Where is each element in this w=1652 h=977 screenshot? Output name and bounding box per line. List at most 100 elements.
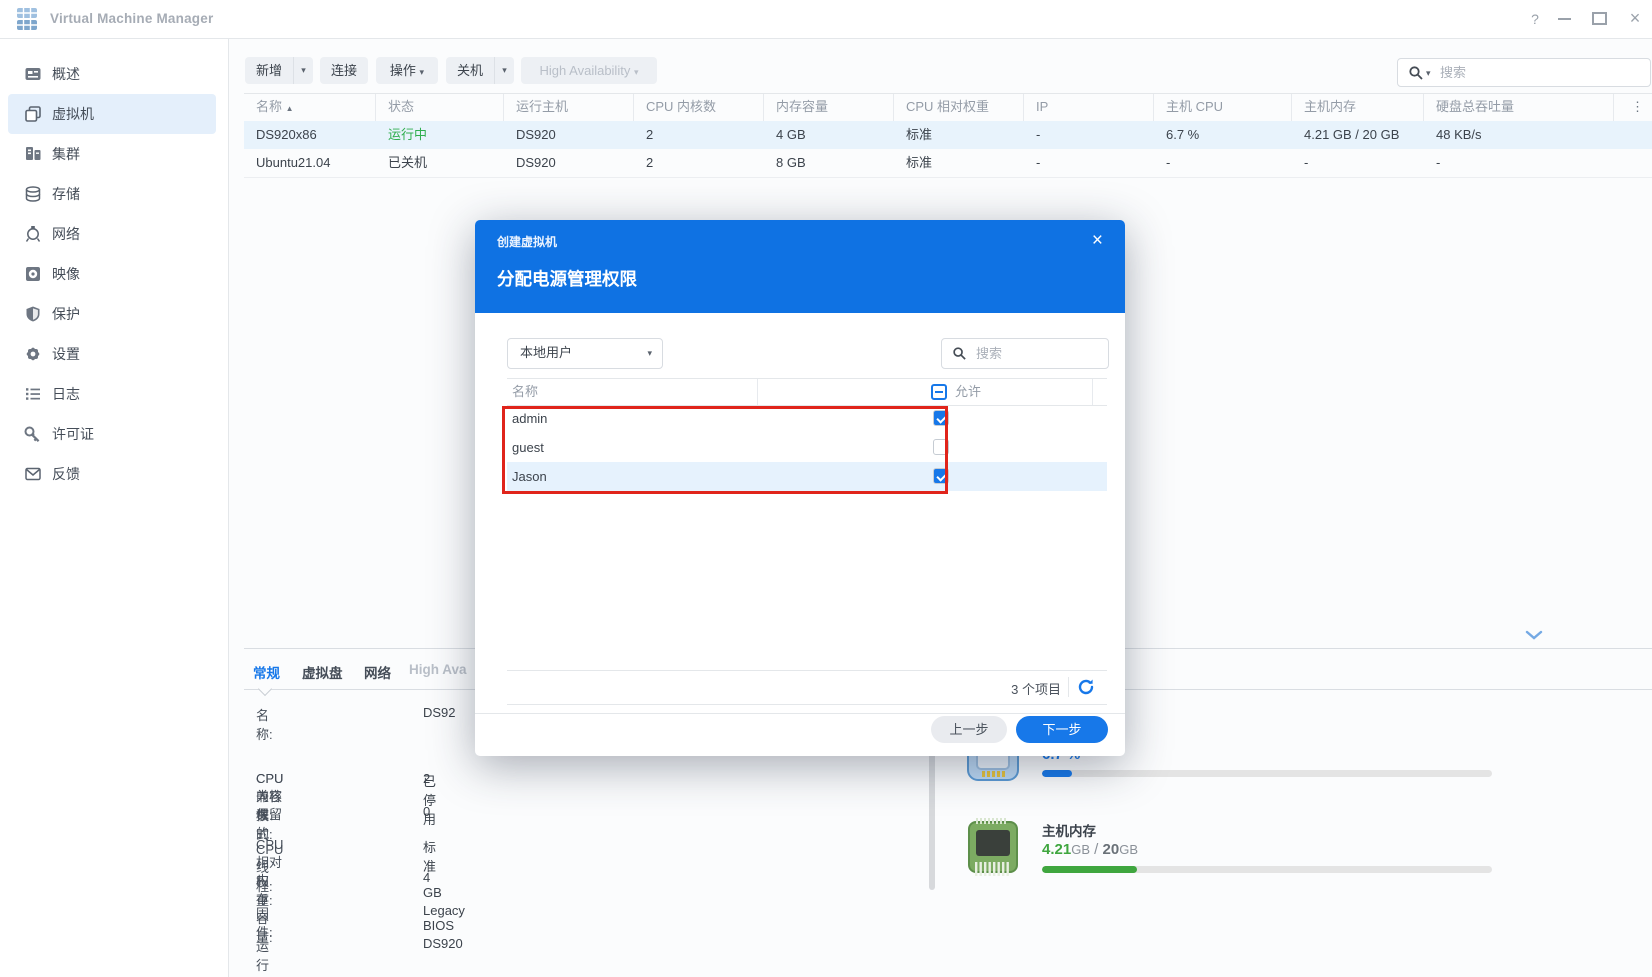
field-label: 名称: [256,705,273,743]
vm-disk-throughput: 48 KB/s [1424,121,1614,149]
sidebar-item-network[interactable]: 网络 [8,214,216,254]
vm-disk-throughput: - [1424,149,1614,177]
user-type-selected: 本地用户 [520,339,572,366]
allow-column-header[interactable]: 允许 [955,379,981,405]
user-row-jason[interactable]: Jason [507,462,1107,491]
user-type-dropdown[interactable]: 本地用户 ▾ [507,338,663,369]
sidebar-item-license[interactable]: 许可证 [8,414,216,454]
sidebar-item-label: 保护 [52,305,80,323]
protection-shield-icon [24,305,42,323]
sidebar-item-protection[interactable]: 保护 [8,294,216,334]
column-overflow-icon[interactable]: ⋮ [1614,94,1652,121]
vm-cpu-cores: 2 [634,149,764,177]
column-header-status[interactable]: 状态 [376,94,504,121]
minimize-icon[interactable] [1558,18,1571,20]
sidebar-item-overview[interactable]: 概述 [8,54,216,94]
user-row-admin[interactable]: admin [507,404,1107,433]
maximize-icon[interactable] [1592,12,1607,25]
sidebar-item-virtual-machine[interactable]: 虚拟机 [8,94,216,134]
dialog-title: 分配电源管理权限 [497,266,637,291]
refresh-icon[interactable] [1077,678,1095,696]
select-all-checkbox[interactable] [931,384,947,400]
vm-table-row[interactable]: Ubuntu21.04 已关机 DS920 2 8 GB 标准 - - - - [244,149,1652,178]
app-logo-icon [14,6,40,32]
column-header-ip[interactable]: IP [1024,94,1154,121]
allow-checkbox[interactable] [933,468,949,484]
field-value: DS920 [423,936,463,951]
vm-search-input[interactable] [1438,61,1642,84]
search-icon[interactable] [1408,65,1424,81]
tab-high-availability: High Ava [409,662,467,677]
user-search-input[interactable] [974,342,1103,365]
connect-button[interactable]: 连接 [320,57,368,84]
virtual-machine-icon [24,105,42,123]
help-icon[interactable]: ? [1526,10,1544,28]
vm-status: 运行中 [376,121,504,149]
sidebar-item-label: 网络 [52,225,80,243]
create-dropdown-caret-icon[interactable]: ▾ [293,57,313,84]
vm-name: Ubuntu21.04 [244,149,376,177]
sidebar-item-label: 集群 [52,145,80,163]
host-memory-progress-fill [1042,866,1137,873]
dialog-close-icon[interactable]: × [1092,230,1103,252]
vm-memory: 4 GB [764,121,894,149]
vm-table-row[interactable]: DS920x86 运行中 DS920 2 4 GB 标准 - 6.7 % 4.2… [244,121,1652,149]
shutdown-dropdown-caret-icon[interactable]: ▾ [494,57,514,84]
user-name-column-header[interactable]: 名称 [512,379,538,405]
tab-network[interactable]: 网络 [364,662,391,682]
vm-ip: - [1024,121,1154,149]
vm-search-box: ▾ [1397,58,1651,87]
column-header-cpu-weight[interactable]: CPU 相对权重 [894,94,1024,121]
allow-checkbox[interactable] [933,410,949,426]
user-name: guest [512,433,544,462]
ram-chip-icon [966,818,1020,876]
search-filter-caret-icon[interactable]: ▾ [1426,68,1431,79]
key-icon [24,425,42,443]
user-name: Jason [512,462,547,491]
sidebar-item-settings[interactable]: 设置 [8,334,216,374]
sidebar-item-label: 虚拟机 [52,105,94,123]
titlebar: Virtual Machine Manager ? × [0,0,1652,39]
back-button[interactable]: 上一步 [931,716,1007,743]
column-header-cpu-cores[interactable]: CPU 内核数 [634,94,764,121]
shutdown-button[interactable]: 关机 [446,57,494,84]
dropdown-caret-icon: ▾ [647,340,652,367]
column-header-host[interactable]: 运行主机 [504,94,634,121]
create-button[interactable]: 新增 [245,57,293,84]
sidebar-item-label: 日志 [52,385,80,403]
user-name: admin [512,404,547,433]
sidebar-item-label: 存储 [52,185,80,203]
column-header-name[interactable]: 名称 ▲ [244,94,376,121]
search-icon [952,346,967,361]
allow-checkbox[interactable] [933,439,949,455]
sidebar-item-cluster[interactable]: 集群 [8,134,216,174]
vm-cpu-weight: 标准 [894,121,1024,149]
user-row-guest[interactable]: guest [507,433,1107,462]
caret-down-icon: ▾ [634,67,639,77]
collapse-details-chevron-icon[interactable] [1524,629,1544,643]
vm-host-cpu: - [1154,149,1292,177]
overview-icon [24,65,42,83]
next-button[interactable]: 下一步 [1016,716,1108,743]
tab-virtual-disk[interactable]: 虚拟盘 [302,662,343,682]
storage-icon [24,185,42,203]
sidebar: 概述 虚拟机 集群 存储 网络 映像 保护 设置 [0,39,229,977]
column-header-memory[interactable]: 内存容量 [764,94,894,121]
user-list-header: 名称 允许 [507,378,1107,406]
sidebar-item-log[interactable]: 日志 [8,374,216,414]
tab-general[interactable]: 常规 [253,662,280,682]
memory-total: 20 [1103,841,1120,858]
column-header-host-memory[interactable]: 主机内存 [1292,94,1424,121]
vm-host: DS920 [504,149,634,177]
vm-host-cpu: 6.7 % [1154,121,1292,149]
column-header-disk-throughput[interactable]: 硬盘总吞吐量 [1424,94,1614,121]
sidebar-item-image[interactable]: 映像 [8,254,216,294]
action-button[interactable]: 操作 ▾ [376,57,438,84]
vm-host-memory: - [1292,149,1424,177]
sidebar-item-storage[interactable]: 存储 [8,174,216,214]
close-icon[interactable]: × [1626,10,1644,28]
field-value: 4 GB [423,870,442,900]
column-header-host-cpu[interactable]: 主机 CPU [1154,94,1292,121]
caret-down-icon: ▾ [420,67,425,77]
sidebar-item-feedback[interactable]: 反馈 [8,454,216,494]
